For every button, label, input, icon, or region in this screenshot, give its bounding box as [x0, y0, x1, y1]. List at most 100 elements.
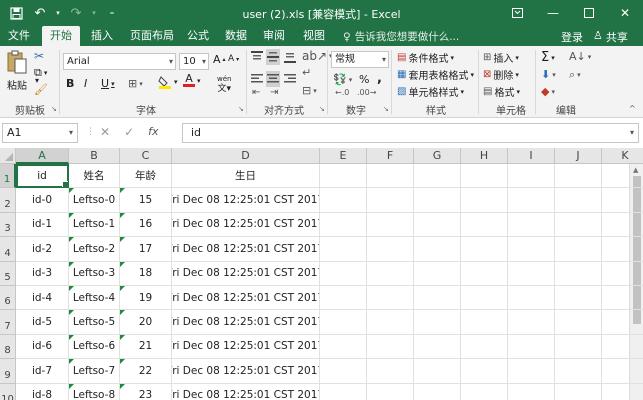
- fill-icon[interactable]: ⬇ ▾: [541, 68, 556, 81]
- cell-d9[interactable]: Fri Dec 08 12:25:01 CST 2017: [172, 359, 320, 384]
- empty-cell[interactable]: [461, 188, 508, 213]
- italic-button[interactable]: I: [84, 77, 87, 90]
- empty-cell[interactable]: [414, 237, 461, 262]
- select-all-button[interactable]: [0, 148, 16, 164]
- font-color-icon[interactable]: A ▾: [183, 73, 201, 87]
- font-name-combo[interactable]: Arial ▾: [63, 53, 176, 70]
- empty-cell[interactable]: [320, 188, 367, 213]
- empty-cell[interactable]: [320, 164, 367, 188]
- cell-d6[interactable]: Fri Dec 08 12:25:01 CST 2017: [172, 286, 320, 311]
- cell-a10[interactable]: id-8: [16, 383, 69, 400]
- cell-a2[interactable]: id-0: [16, 188, 69, 213]
- align-bottom-icon[interactable]: [283, 50, 297, 64]
- empty-cell[interactable]: [602, 188, 643, 213]
- cell-d10[interactable]: Fri Dec 08 12:25:01 CST 2017: [172, 383, 320, 400]
- grow-font-icon[interactable]: A ▴: [213, 53, 226, 66]
- cell-a7[interactable]: id-5: [16, 310, 69, 335]
- empty-cell[interactable]: [555, 383, 602, 400]
- cell-b1[interactable]: 姓名: [69, 164, 120, 188]
- comma-style-button[interactable]: ,: [377, 71, 382, 86]
- empty-cell[interactable]: [320, 310, 367, 335]
- empty-cell[interactable]: [555, 212, 602, 238]
- tab-formulas[interactable]: 公式: [182, 26, 214, 46]
- empty-cell[interactable]: [461, 237, 508, 262]
- empty-cell[interactable]: [367, 212, 414, 238]
- accounting-format-icon[interactable]: 💱 ▾: [333, 73, 352, 86]
- empty-cell[interactable]: [602, 262, 643, 286]
- cut-icon[interactable]: ✂: [34, 49, 44, 63]
- empty-cell[interactable]: [414, 188, 461, 213]
- empty-cell[interactable]: [320, 383, 367, 400]
- copy-icon[interactable]: ⧉ ▾: [34, 66, 47, 80]
- minimize-icon[interactable]: —: [535, 0, 571, 26]
- empty-cell[interactable]: [367, 310, 414, 335]
- autosum-icon[interactable]: Σ ▾: [541, 50, 555, 65]
- empty-cell[interactable]: [602, 286, 643, 311]
- cell-b9[interactable]: Leftso-7: [69, 359, 120, 384]
- collapse-ribbon-icon[interactable]: ^: [629, 104, 636, 113]
- cell-c2[interactable]: 15: [120, 188, 172, 213]
- cell-b8[interactable]: Leftso-6: [69, 334, 120, 360]
- cell-d2[interactable]: Fri Dec 08 12:25:01 CST 2017: [172, 188, 320, 213]
- empty-cell[interactable]: [320, 261, 367, 286]
- shrink-font-icon[interactable]: A ▾: [228, 54, 239, 64]
- cell-c6[interactable]: 19: [120, 286, 172, 311]
- align-top-icon[interactable]: [250, 50, 264, 64]
- cell-c3[interactable]: 16: [120, 212, 172, 238]
- enter-icon[interactable]: ✓: [124, 125, 134, 139]
- row-header-7[interactable]: 7: [0, 310, 16, 335]
- column-header-e[interactable]: E: [320, 148, 367, 164]
- cell-a5[interactable]: id-3: [16, 261, 69, 286]
- empty-cell[interactable]: [555, 286, 602, 311]
- empty-cell[interactable]: [461, 212, 508, 238]
- empty-cell[interactable]: [555, 310, 602, 335]
- cell-d7[interactable]: Fri Dec 08 12:25:01 CST 2017: [172, 310, 320, 335]
- name-box[interactable]: A1 ▾: [2, 123, 78, 143]
- empty-cell[interactable]: [555, 334, 602, 360]
- cell-b6[interactable]: Leftso-4: [69, 286, 120, 311]
- tab-file[interactable]: 文件: [4, 26, 34, 46]
- insert-function-icon[interactable]: fx: [148, 125, 158, 139]
- empty-cell[interactable]: [602, 384, 643, 400]
- empty-cell[interactable]: [602, 237, 643, 262]
- column-header-k[interactable]: K: [602, 148, 643, 164]
- increase-decimal-icon[interactable]: ←.0: [335, 88, 349, 97]
- empty-cell[interactable]: [508, 383, 555, 400]
- empty-cell[interactable]: [508, 237, 555, 262]
- empty-cell[interactable]: [367, 286, 414, 311]
- cell-a1[interactable]: id: [16, 164, 69, 188]
- align-right-icon[interactable]: [283, 72, 297, 86]
- tell-me-box[interactable]: ♀ 告诉我您想要做什么...: [343, 29, 459, 44]
- column-header-b[interactable]: B: [69, 148, 120, 164]
- row-header-1[interactable]: 1: [0, 164, 16, 188]
- borders-icon[interactable]: ⊞ ▾: [128, 77, 143, 90]
- cell-b4[interactable]: Leftso-2: [69, 237, 120, 262]
- bold-button[interactable]: B: [66, 77, 74, 90]
- empty-cell[interactable]: [367, 164, 414, 188]
- empty-cell[interactable]: [555, 261, 602, 286]
- maximize-icon[interactable]: [571, 0, 607, 26]
- empty-cell[interactable]: [414, 212, 461, 238]
- empty-cell[interactable]: [461, 359, 508, 384]
- empty-cell[interactable]: [320, 334, 367, 360]
- row-header-6[interactable]: 6: [0, 286, 16, 311]
- empty-cell[interactable]: [602, 359, 643, 384]
- cell-b5[interactable]: Leftso-3: [69, 261, 120, 286]
- alignment-launcher-icon[interactable]: ↘: [319, 105, 325, 113]
- format-as-table-button[interactable]: ▦ 套用表格格式 ▾: [397, 67, 474, 82]
- format-painter-icon[interactable]: 🖌: [34, 83, 48, 96]
- cell-d1[interactable]: 生日: [172, 164, 320, 188]
- decrease-indent-icon[interactable]: ⇤: [252, 87, 260, 98]
- tab-insert[interactable]: 插入: [86, 26, 118, 46]
- cell-c10[interactable]: 23: [120, 383, 172, 400]
- share-button[interactable]: ♙ 共享: [593, 29, 628, 45]
- empty-cell[interactable]: [367, 334, 414, 360]
- empty-cell[interactable]: [555, 237, 602, 262]
- cell-b7[interactable]: Leftso-5: [69, 310, 120, 335]
- number-launcher-icon[interactable]: ↘: [383, 105, 389, 113]
- row-header-3[interactable]: 3: [0, 212, 16, 238]
- empty-cell[interactable]: [602, 335, 643, 360]
- cell-c8[interactable]: 21: [120, 334, 172, 360]
- empty-cell[interactable]: [320, 212, 367, 238]
- delete-cells-button[interactable]: ⊠ 删除 ▾: [483, 67, 519, 82]
